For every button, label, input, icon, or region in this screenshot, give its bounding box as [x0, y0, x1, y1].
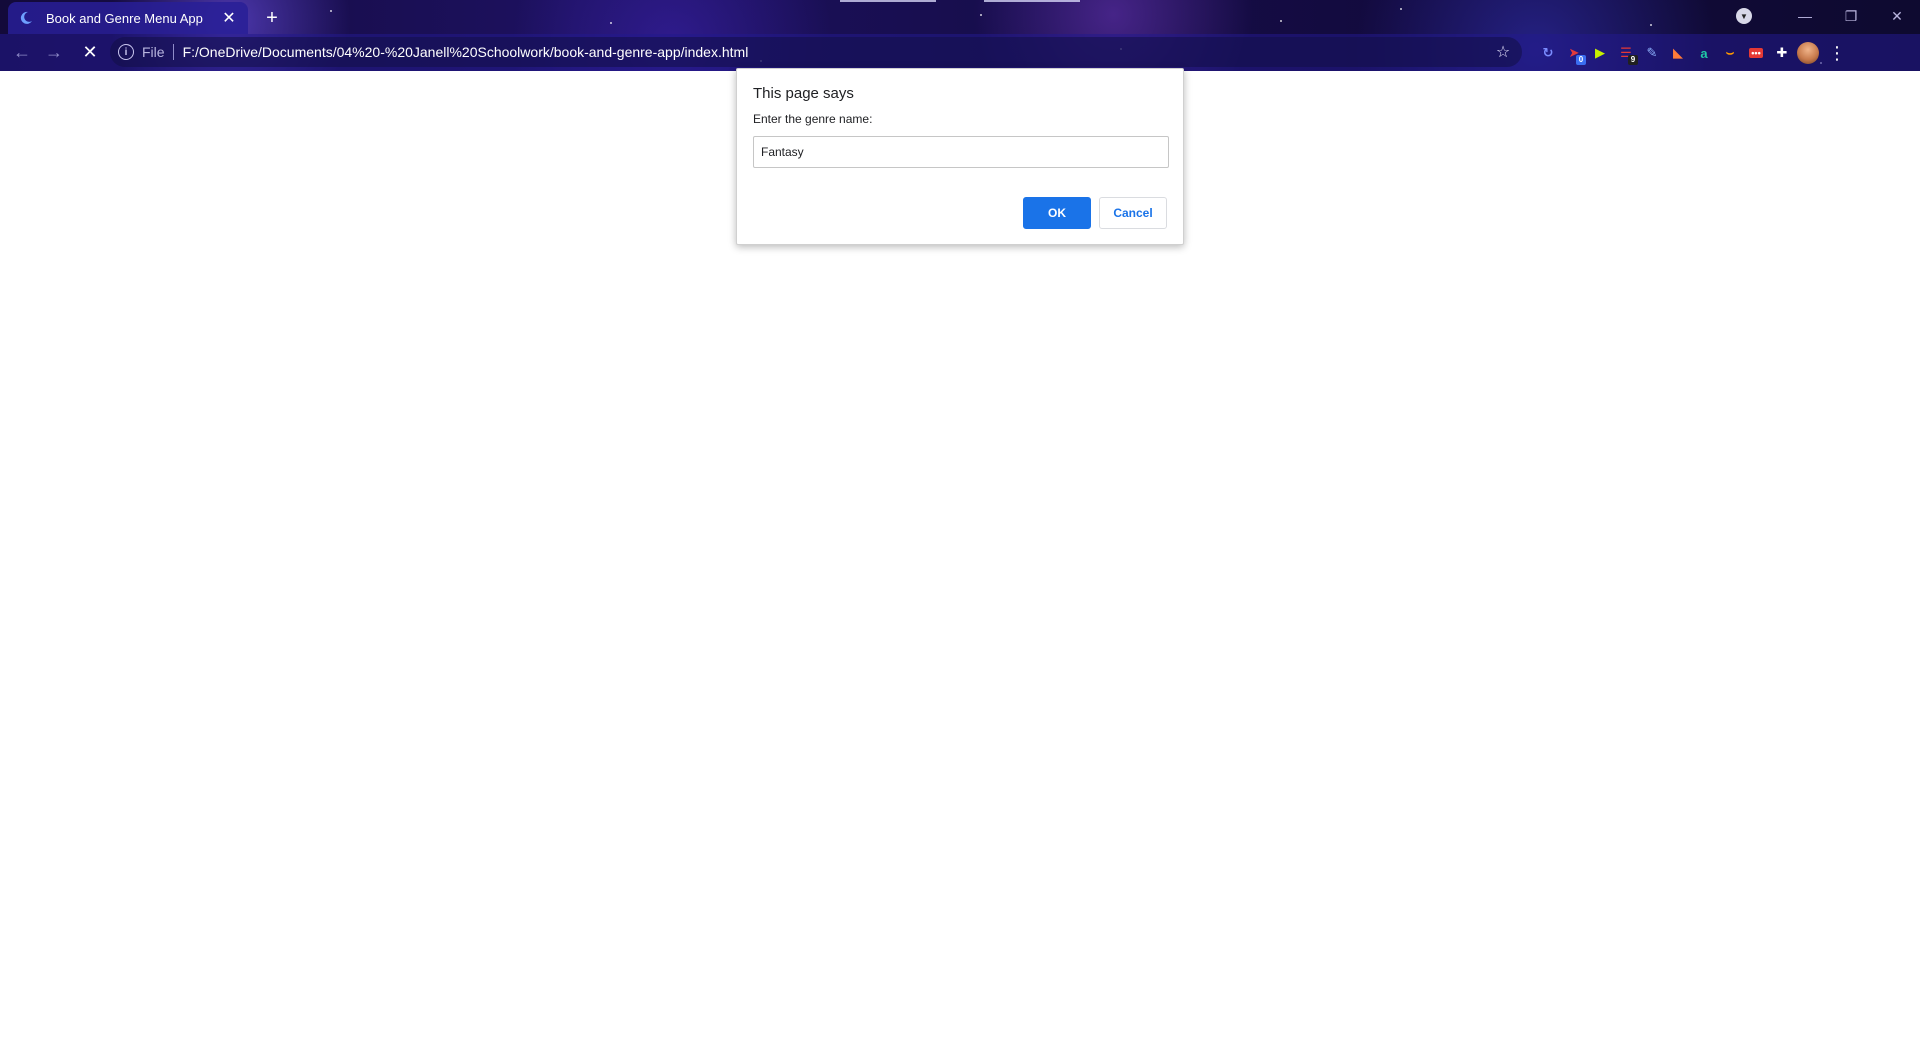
extension-badge: 9	[1628, 55, 1638, 65]
bookmark-star-icon[interactable]: ☆	[1492, 41, 1514, 63]
ok-button[interactable]: OK	[1023, 197, 1091, 229]
dots-extension-icon[interactable]: •••	[1743, 40, 1769, 66]
back-button[interactable]: ←	[6, 37, 38, 69]
moon-icon	[18, 10, 34, 26]
minimize-button[interactable]: —	[1782, 0, 1828, 32]
dialog-message: Enter the genre name:	[753, 112, 873, 126]
browser-toolbar: ← → ✕ i File F:/OneDrive/Documents/04%20…	[0, 34, 1920, 71]
dots-extension-glyph: •••	[1749, 48, 1763, 58]
close-tab-icon[interactable]: ✕	[220, 9, 238, 27]
play-extension-glyph: ▶	[1595, 45, 1605, 60]
tab-active[interactable]: Book and Genre Menu App ✕	[8, 2, 248, 34]
forward-button[interactable]: →	[38, 37, 70, 69]
puzzle-extension-icon[interactable]: ✚	[1769, 40, 1795, 66]
vs-extension-icon[interactable]: ◣	[1665, 40, 1691, 66]
window-controls: ▼ — ❐ ✕	[1736, 0, 1920, 32]
puzzle-extension-glyph: ✚	[1776, 45, 1788, 60]
address-bar[interactable]: i File F:/OneDrive/Documents/04%20-%20Ja…	[110, 37, 1522, 67]
stack-extension-icon[interactable]: ☰ 9	[1613, 40, 1639, 66]
url-text[interactable]: F:/OneDrive/Documents/04%20-%20Janell%20…	[183, 44, 749, 60]
tab-title: Book and Genre Menu App	[46, 10, 203, 26]
tab-search-icon[interactable]: ▼	[1736, 8, 1752, 24]
sync-extension-glyph: ↻	[1542, 45, 1554, 60]
prompt-dialog: This page says Enter the genre name: OK …	[736, 68, 1184, 245]
dialog-buttons: OK Cancel	[1023, 197, 1167, 229]
extension-badge: 0	[1576, 55, 1586, 65]
browser-chrome: Book and Genre Menu App ✕ + ▼ — ❐ ✕ ← → …	[0, 0, 1920, 71]
amazon-extension-icon[interactable]: ⌣	[1717, 40, 1743, 66]
genre-input[interactable]	[753, 136, 1169, 168]
bookmark-extension-icon[interactable]: ➤ 0	[1561, 40, 1587, 66]
pen-extension-glyph: ✎	[1646, 45, 1658, 60]
new-tab-button[interactable]: +	[260, 6, 284, 30]
avatar[interactable]	[1797, 42, 1819, 64]
title-bar: Book and Genre Menu App ✕ + ▼ — ❐ ✕	[0, 0, 1920, 34]
dialog-title: This page says	[753, 85, 854, 102]
info-icon[interactable]: i	[118, 44, 134, 60]
a-extension-glyph: a	[1700, 45, 1708, 61]
vs-extension-glyph: ◣	[1673, 45, 1683, 60]
pen-extension-icon[interactable]: ✎	[1639, 40, 1665, 66]
close-window-button[interactable]: ✕	[1874, 0, 1920, 32]
play-extension-icon[interactable]: ▶	[1587, 40, 1613, 66]
a-extension-icon[interactable]: a	[1691, 40, 1717, 66]
url-scheme: File	[142, 44, 174, 60]
stop-loading-button[interactable]: ✕	[74, 37, 106, 69]
more-menu-icon[interactable]: ⋮	[1825, 40, 1849, 66]
restore-button[interactable]: ❐	[1828, 0, 1874, 32]
extensions-bar: ↻ ➤ 0 ▶ ☰ 9 ✎ ◣ a ⌣ ••• ✚ ⋮	[1535, 38, 1849, 68]
amazon-extension-glyph: ⌣	[1725, 45, 1735, 60]
sync-extension-icon[interactable]: ↻	[1535, 40, 1561, 66]
cancel-button[interactable]: Cancel	[1099, 197, 1167, 229]
